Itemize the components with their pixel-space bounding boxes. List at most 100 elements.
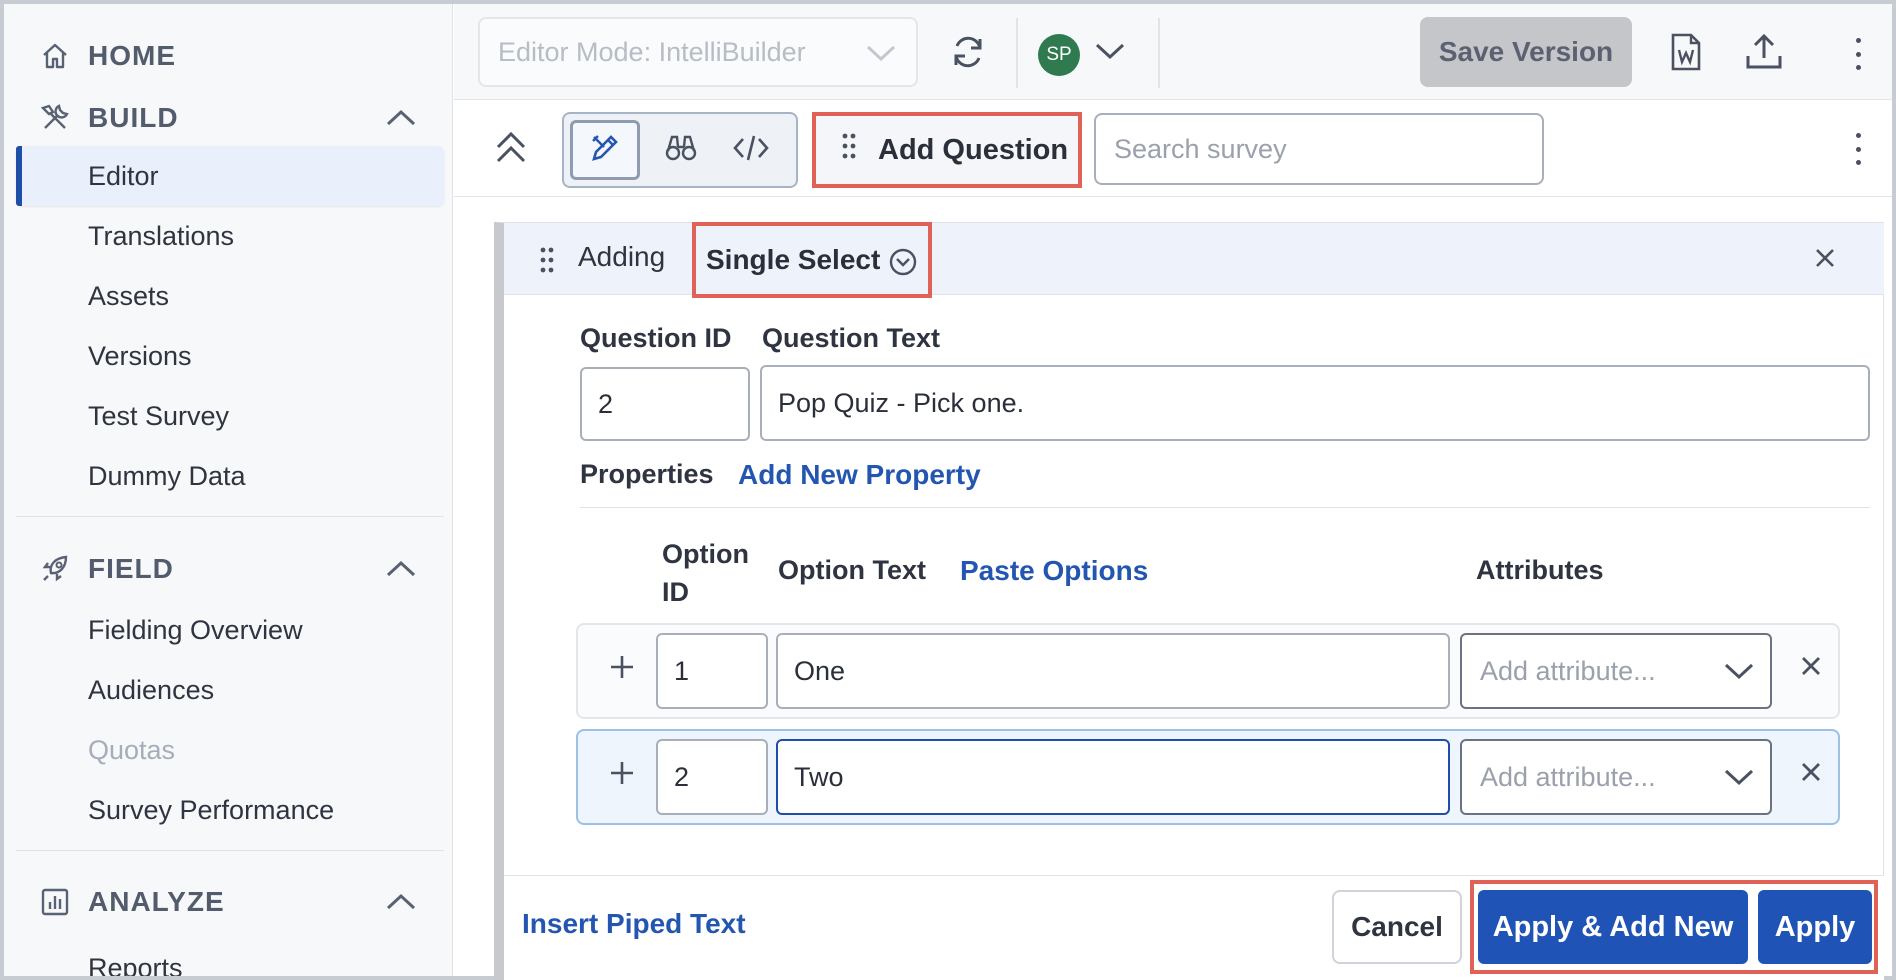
chevron-circle-down-icon <box>888 247 918 284</box>
refresh-icon <box>949 33 987 76</box>
chevron-down-icon <box>1722 765 1756 796</box>
question-editor-footer: Insert Piped Text Cancel Apply & Add New… <box>504 875 1884 980</box>
sidebar-item-audiences[interactable]: Audiences <box>88 670 214 710</box>
sidebar-item-test-survey[interactable]: Test Survey <box>88 396 229 436</box>
question-text-label: Question Text <box>762 323 941 353</box>
search-input[interactable] <box>1094 113 1544 185</box>
question-type-value: Single Select <box>706 244 881 275</box>
save-version-button[interactable]: Save Version <box>1420 17 1632 87</box>
editor-toolrow: Add Question <box>454 101 1892 197</box>
sidebar-divider <box>16 516 444 517</box>
properties-label: Properties <box>580 459 714 489</box>
remove-option-icon[interactable] <box>1800 655 1822 682</box>
option-row: Add attribute... <box>576 623 1840 719</box>
chevron-down-icon <box>864 41 898 72</box>
sidebar-item-dummy-data[interactable]: Dummy Data <box>88 456 246 496</box>
drag-handle-icon[interactable] <box>540 247 554 278</box>
chevron-down-icon <box>1093 39 1127 68</box>
sidebar: HOME BUILD Editor Translations Assets Ve… <box>4 4 453 976</box>
sidebar-item-versions[interactable]: Versions <box>88 336 192 376</box>
attributes-header: Attributes <box>1476 555 1604 585</box>
code-icon <box>732 133 770 168</box>
export-word-button[interactable] <box>1664 32 1708 76</box>
field-label: FIELD <box>88 553 174 584</box>
build-label: BUILD <box>88 102 179 133</box>
drag-handle-icon <box>842 133 856 167</box>
apply-and-add-new-button[interactable]: Apply & Add New <box>1478 890 1748 964</box>
top-toolbar: Editor Mode: IntelliBuilder SP Save Vers… <box>454 4 1892 100</box>
sidebar-item-survey-performance[interactable]: Survey Performance <box>88 790 334 830</box>
option-text-input[interactable] <box>776 633 1450 709</box>
code-mode-button[interactable] <box>716 120 786 180</box>
more-vertical-icon[interactable] <box>1848 129 1868 169</box>
toolbar-separator <box>1016 18 1018 88</box>
analyze-label: ANALYZE <box>88 886 225 917</box>
preview-binoculars-icon <box>664 133 698 168</box>
bar-chart-icon <box>38 885 72 919</box>
chevron-up-icon[interactable] <box>384 890 418 914</box>
apply-button[interactable]: Apply <box>1758 890 1872 964</box>
home-icon <box>38 39 72 73</box>
add-option-icon[interactable] <box>608 759 636 792</box>
adding-label: Adding <box>578 241 666 272</box>
avatar[interactable]: SP <box>1038 34 1080 76</box>
upload-icon <box>1744 32 1784 77</box>
word-doc-icon <box>1669 32 1703 77</box>
collapse-all-icon[interactable] <box>494 129 528 172</box>
chevron-up-icon[interactable] <box>384 557 418 581</box>
active-nav-highlight <box>16 146 444 206</box>
attribute-select[interactable]: Add attribute... <box>1460 739 1772 815</box>
add-question-button[interactable]: Add Question <box>812 112 1082 188</box>
section-field-header[interactable]: FIELD <box>4 547 452 591</box>
add-option-icon[interactable] <box>608 653 636 686</box>
rocket-icon <box>38 552 72 586</box>
remove-option-icon[interactable] <box>1800 761 1822 788</box>
tools-icon <box>38 101 72 135</box>
sidebar-item-editor[interactable]: Editor <box>88 156 159 196</box>
option-text-header: Option Text <box>778 555 926 585</box>
home-label: HOME <box>88 40 176 71</box>
upload-button[interactable] <box>1740 30 1788 78</box>
option-id-input[interactable] <box>656 739 768 815</box>
sidebar-item-translations[interactable]: Translations <box>88 216 234 256</box>
preview-mode-button[interactable] <box>646 120 716 180</box>
question-id-label: Question ID <box>580 323 732 353</box>
sidebar-divider <box>16 850 444 851</box>
toolbar-separator <box>1158 18 1160 88</box>
attribute-select[interactable]: Add attribute... <box>1460 633 1772 709</box>
sidebar-item-reports[interactable]: Reports <box>88 948 183 976</box>
edit-icon <box>588 131 622 170</box>
sidebar-item-home[interactable]: HOME <box>4 34 452 78</box>
add-question-label: Add Question <box>878 133 1069 166</box>
question-id-input[interactable] <box>580 367 750 441</box>
question-editor-header: Adding Single Select <box>504 222 1884 298</box>
user-menu-dropdown[interactable] <box>1090 38 1130 68</box>
option-id-input[interactable] <box>656 633 768 709</box>
question-type-select[interactable]: Single Select <box>692 222 932 298</box>
chevron-up-icon[interactable] <box>384 106 418 130</box>
sidebar-item-quotas: Quotas <box>88 735 176 765</box>
question-editor-panel: Adding Single Select Question ID Questio… <box>494 222 1884 980</box>
option-row: Add attribute... <box>576 729 1840 825</box>
refresh-button[interactable] <box>944 30 992 78</box>
attribute-placeholder: Add attribute... <box>1480 655 1656 686</box>
option-text-input[interactable] <box>776 739 1450 815</box>
more-vertical-icon[interactable] <box>1848 34 1868 74</box>
sidebar-item-assets[interactable]: Assets <box>88 276 169 316</box>
apply-buttons-group: Apply & Add New Apply <box>1470 880 1878 974</box>
paste-options-link[interactable]: Paste Options <box>960 555 1148 587</box>
section-analyze-header[interactable]: ANALYZE <box>4 880 452 924</box>
cancel-button[interactable]: Cancel <box>1332 890 1462 964</box>
question-text-input[interactable] <box>760 365 1870 441</box>
option-id-header: Option ID <box>662 539 749 607</box>
close-icon[interactable] <box>1814 247 1836 274</box>
insert-piped-text-link[interactable]: Insert Piped Text <box>522 908 746 940</box>
section-build-header[interactable]: BUILD <box>4 96 452 140</box>
section-divider <box>580 507 1870 508</box>
edit-mode-button[interactable] <box>570 120 640 180</box>
sidebar-item-fielding-overview[interactable]: Fielding Overview <box>88 610 303 650</box>
view-mode-group <box>562 112 798 188</box>
editor-mode-select[interactable]: Editor Mode: IntelliBuilder <box>478 17 918 87</box>
add-new-property-link[interactable]: Add New Property <box>738 459 981 491</box>
editor-mode-value: Editor Mode: IntelliBuilder <box>498 36 806 67</box>
